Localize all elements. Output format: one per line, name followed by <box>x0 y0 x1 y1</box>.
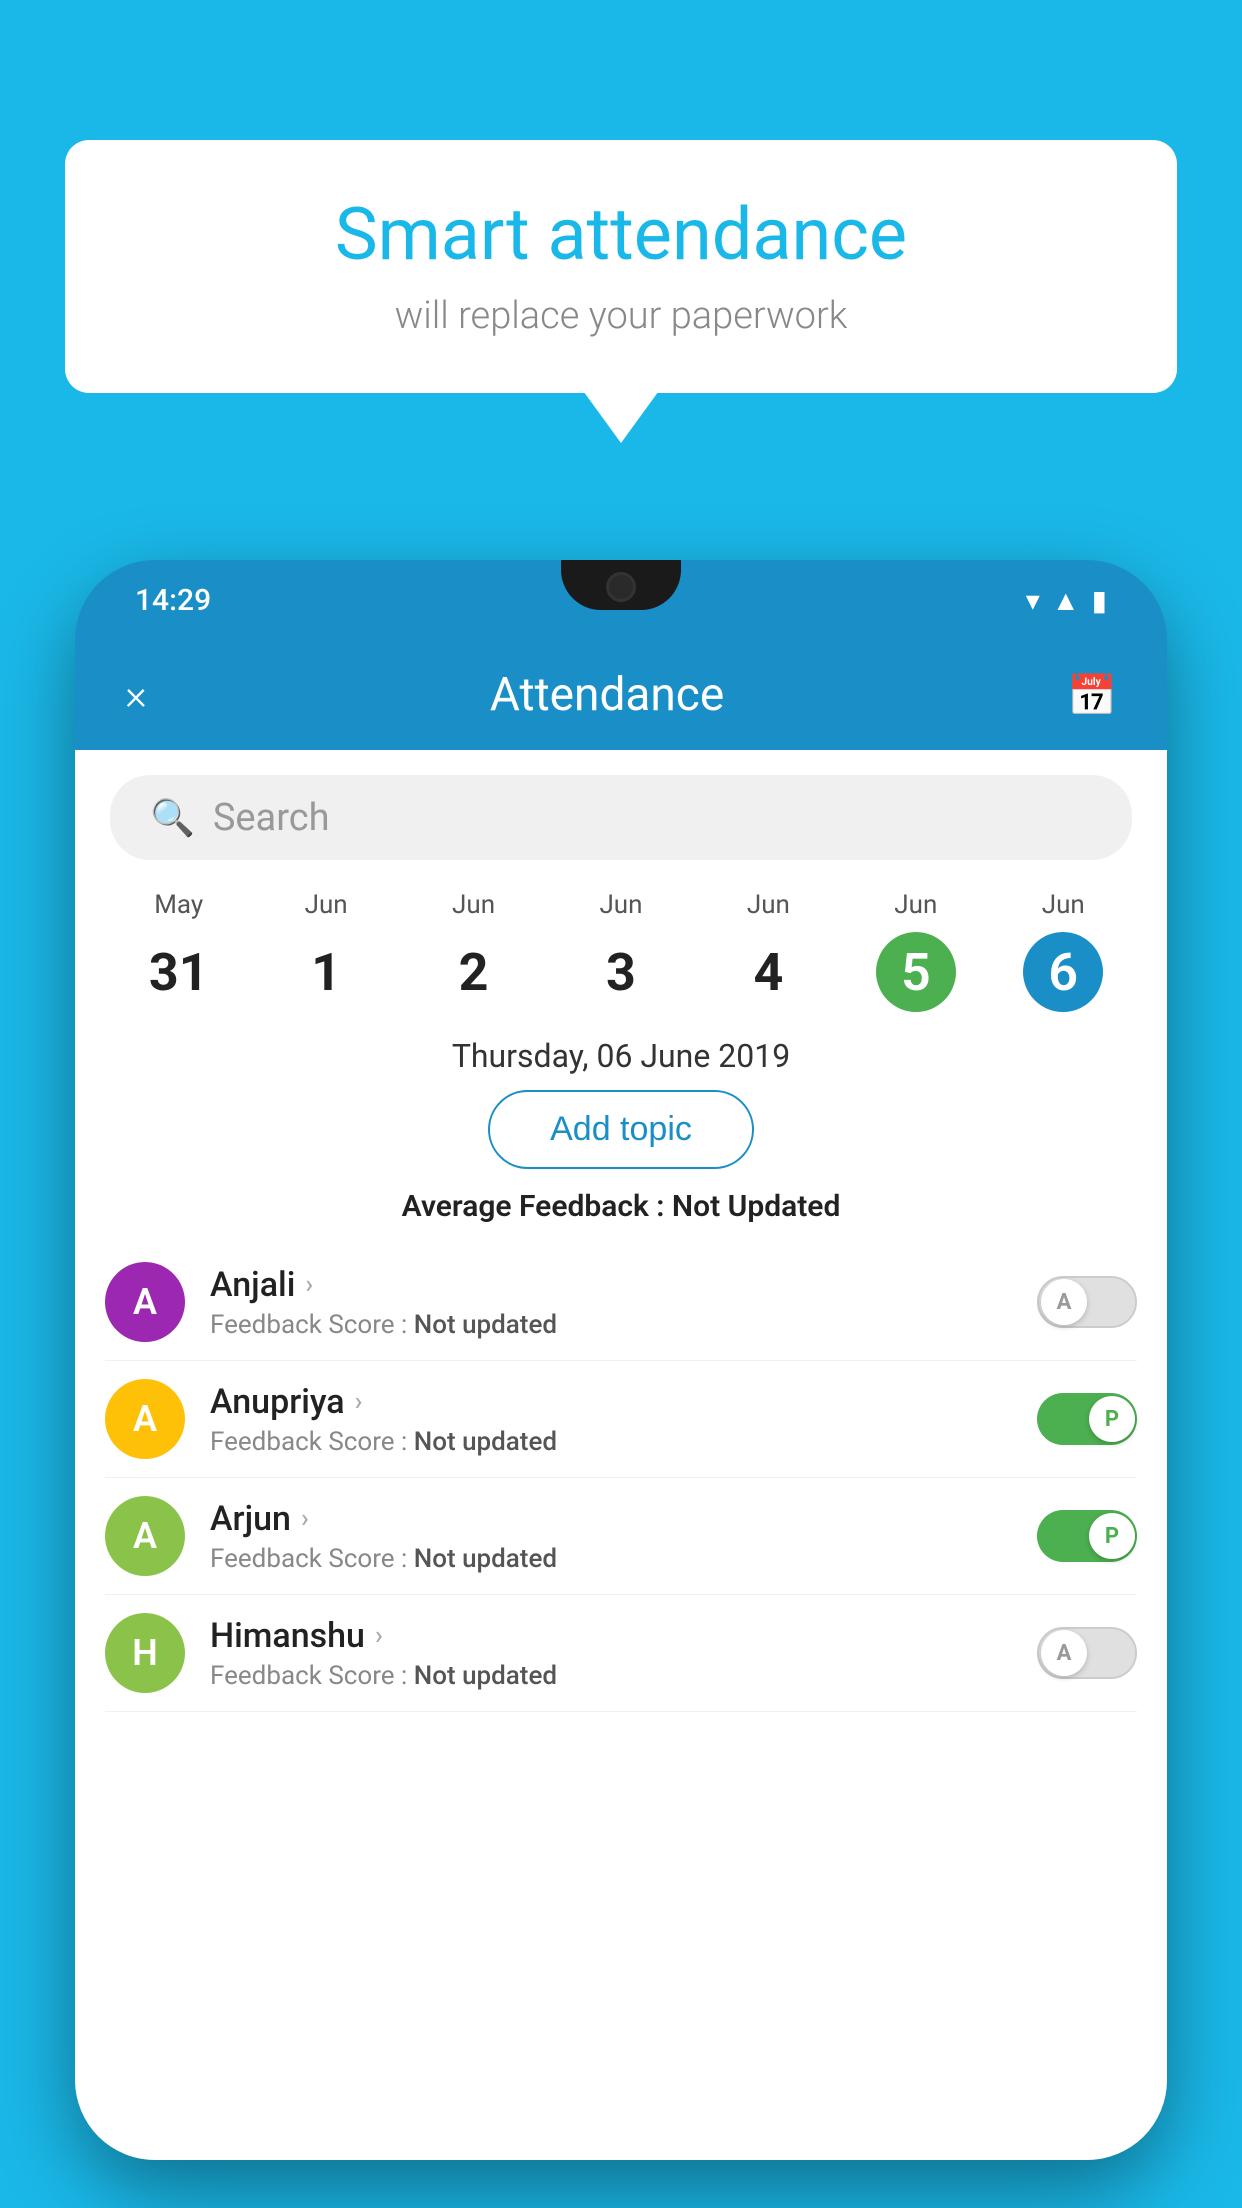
date-month: Jun <box>842 890 989 920</box>
attendance-toggle[interactable]: P <box>1037 1510 1137 1562</box>
date-month: Jun <box>547 890 694 920</box>
selected-date: Thursday, 06 June 2019 <box>75 1037 1167 1075</box>
toggle-knob: A <box>1041 1279 1087 1325</box>
chevron-right-icon: › <box>375 1621 383 1651</box>
attendance-toggle[interactable]: A <box>1037 1627 1137 1679</box>
avg-feedback-label: Average Feedback : <box>402 1189 665 1224</box>
student-info: Anjali › Feedback Score : Not updated <box>210 1265 1037 1340</box>
chevron-right-icon: › <box>305 1270 313 1300</box>
date-month: Jun <box>990 890 1137 920</box>
date-number: 31 <box>139 932 219 1012</box>
student-info: Anupriya › Feedback Score : Not updated <box>210 1382 1037 1457</box>
date-item[interactable]: Jun 1 <box>252 890 399 1012</box>
status-time: 14:29 <box>135 583 211 618</box>
phone-content: 🔍 Search May 31 Jun 1 Jun 2 Jun 3 Jun 4 Jun 5 Jun 6 T… <box>75 750 1167 2160</box>
avatar: A <box>105 1262 185 1342</box>
headline: Smart attendance <box>125 195 1117 274</box>
date-month: Jun <box>252 890 399 920</box>
search-bar[interactable]: 🔍 Search <box>110 775 1132 860</box>
attendance-toggle[interactable]: A <box>1037 1276 1137 1328</box>
app-header: × Attendance 📅 <box>75 640 1167 750</box>
date-number: 2 <box>434 932 514 1012</box>
subtext: will replace your paperwork <box>125 294 1117 338</box>
page-title: Attendance <box>490 668 724 722</box>
date-item[interactable]: May 31 <box>105 890 252 1012</box>
list-item[interactable]: H Himanshu › Feedback Score : Not updatedA <box>105 1595 1137 1712</box>
student-name: Himanshu › <box>210 1616 1037 1656</box>
status-icons: ▾ ▲ ▮ <box>1026 584 1107 617</box>
signal-icon: ▲ <box>1052 584 1080 617</box>
avatar: A <box>105 1496 185 1576</box>
student-list: AAnjali ›Feedback Score : Not updatedAAA… <box>75 1244 1167 1712</box>
chevron-right-icon: › <box>301 1504 309 1534</box>
date-item[interactable]: Jun 2 <box>400 890 547 1012</box>
student-name: Anjali › <box>210 1265 1037 1305</box>
student-feedback: Feedback Score : Not updated <box>210 1427 1037 1457</box>
close-button[interactable]: × <box>125 671 147 720</box>
student-info: Himanshu › Feedback Score : Not updated <box>210 1616 1037 1691</box>
student-name: Anupriya › <box>210 1382 1037 1422</box>
avg-feedback: Average Feedback : Not Updated <box>75 1189 1167 1224</box>
date-number: 5 <box>876 932 956 1012</box>
list-item[interactable]: A Anupriya › Feedback Score : Not updated P <box>105 1361 1137 1478</box>
search-placeholder: Search <box>213 796 330 840</box>
date-number: 1 <box>286 932 366 1012</box>
wifi-icon: ▾ <box>1026 584 1040 617</box>
calendar-icon[interactable]: 📅 <box>1067 672 1117 719</box>
date-month: Jun <box>695 890 842 920</box>
speech-bubble-container: Smart attendance will replace your paper… <box>65 140 1177 393</box>
student-feedback: Feedback Score : Not updated <box>210 1544 1037 1574</box>
date-item[interactable]: Jun 4 <box>695 890 842 1012</box>
date-item[interactable]: Jun 3 <box>547 890 694 1012</box>
avatar: H <box>105 1613 185 1693</box>
list-item[interactable]: A Arjun › Feedback Score : Not updated P <box>105 1478 1137 1595</box>
chevron-right-icon: › <box>355 1387 363 1417</box>
phone-wrapper: 14:29 ▾ ▲ ▮ × Attendance 📅 🔍 Search May 3… <box>75 560 1167 2208</box>
date-number: 4 <box>728 932 808 1012</box>
toggle-knob: P <box>1089 1396 1135 1442</box>
date-month: May <box>105 890 252 920</box>
date-number: 3 <box>581 932 661 1012</box>
list-item[interactable]: AAnjali ›Feedback Score : Not updatedA <box>105 1244 1137 1361</box>
student-feedback: Feedback Score : Not updated <box>210 1310 1037 1340</box>
toggle-knob: A <box>1041 1630 1087 1676</box>
student-info: Arjun › Feedback Score : Not updated <box>210 1499 1037 1574</box>
battery-icon: ▮ <box>1092 584 1107 617</box>
student-feedback: Feedback Score : Not updated <box>210 1661 1037 1691</box>
phone-camera <box>606 572 636 602</box>
avg-feedback-value: Not Updated <box>672 1189 840 1224</box>
phone-frame: 14:29 ▾ ▲ ▮ × Attendance 📅 🔍 Search May 3… <box>75 560 1167 2160</box>
search-icon: 🔍 <box>150 797 195 839</box>
date-item[interactable]: Jun 5 <box>842 890 989 1012</box>
date-month: Jun <box>400 890 547 920</box>
attendance-toggle[interactable]: P <box>1037 1393 1137 1445</box>
status-bar: 14:29 ▾ ▲ ▮ <box>75 560 1167 640</box>
avatar: A <box>105 1379 185 1459</box>
date-number: 6 <box>1023 932 1103 1012</box>
speech-bubble: Smart attendance will replace your paper… <box>65 140 1177 393</box>
date-item[interactable]: Jun 6 <box>990 890 1137 1012</box>
phone-notch <box>561 560 681 610</box>
add-topic-button[interactable]: Add topic <box>488 1090 754 1169</box>
date-scroller: May 31 Jun 1 Jun 2 Jun 3 Jun 4 Jun 5 Jun 6 <box>75 875 1167 1027</box>
toggle-knob: P <box>1089 1513 1135 1559</box>
student-name: Arjun › <box>210 1499 1037 1539</box>
